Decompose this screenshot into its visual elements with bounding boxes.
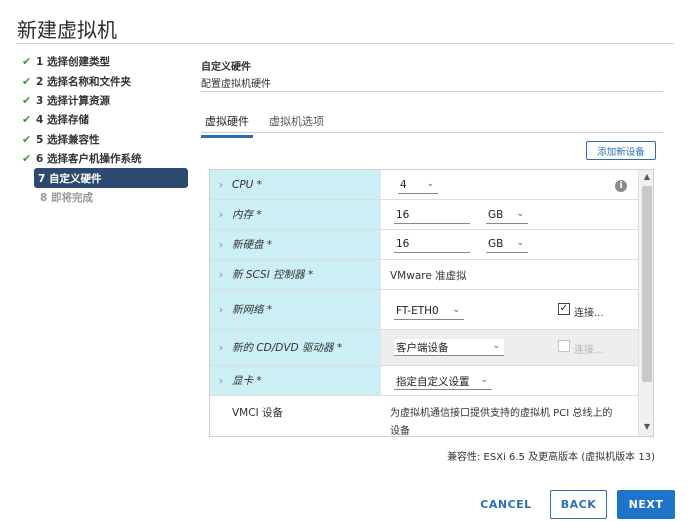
wizard-steps: ✔ 1 选择创建类型 ✔ 2 选择名称和文件夹 ✔ 3 选择计算资源 ✔ 4 选择存储 … [18,52,188,207]
chevron-down-icon: ⌄ [480,375,488,385]
cancel-button[interactable]: CANCEL [475,490,537,519]
disk-size-input[interactable]: 16 [394,236,470,253]
cdrom-connect-checkbox[interactable] [558,340,570,352]
row-cd-dvd: › 新的 CD/DVD 驱动器 * 客户端设备 ⌄ 连接... [210,330,638,366]
row-memory: › 内存 * 16 GB ⌄ [210,200,638,230]
check-icon: ✔ [22,74,32,88]
chevron-right-icon: › [218,341,224,354]
chevron-right-icon: › [218,178,224,191]
network-connect-checkbox[interactable]: ✓ [558,303,570,315]
tab-bar: 虚拟硬件 虚拟机选项 [201,112,340,138]
add-new-device-button[interactable]: 添加新设备 [586,141,656,160]
vmci-description-line2: 设备 [390,426,410,437]
row-label: VMCI 设备 [210,396,381,436]
chevron-down-icon: ⌄ [452,305,460,315]
table-scrollbar[interactable]: ▲ ▼ [638,170,653,436]
check-icon: ✔ [22,152,32,166]
chevron-right-icon: › [218,238,224,251]
video-card-select[interactable]: 指定自定义设置 ⌄ [394,373,492,390]
tabs-divider [201,132,663,133]
cdrom-connect-label: 连接... [574,345,604,356]
step-label: 3 选择计算资源 [36,94,110,107]
row-network: › 新网络 * FT-ETH0 ⌄ ✓ 连接... [210,290,638,330]
section-subtitle: 配置虚拟机硬件 [201,79,271,90]
hardware-table: › CPU * 4 ⌄ i › 内存 * 16 GB ⌄ › 新硬盘 * 16 GB ⌄ ›… [209,169,654,437]
memory-unit-select[interactable]: GB ⌄ [486,207,528,224]
memory-input[interactable]: 16 [394,207,470,224]
scroll-down-icon[interactable]: ▼ [639,422,653,436]
step-3[interactable]: ✔ 3 选择计算资源 [18,91,188,110]
row-vmci: VMCI 设备 为虚拟机通信接口提供支持的虚拟机 PCI 总线上的 设备 [210,396,638,437]
check-icon: ✔ [22,113,32,127]
next-button[interactable]: NEXT [617,490,675,519]
chevron-right-icon: › [218,374,224,387]
step-4[interactable]: ✔ 4 选择存储 [18,110,188,129]
chevron-down-icon: ⌄ [492,341,500,351]
network-select[interactable]: FT-ETH0 ⌄ [394,303,464,320]
info-icon[interactable]: i [615,180,627,192]
row-label[interactable]: › 新的 CD/DVD 驱动器 * [210,330,381,365]
row-video-card: › 显卡 * 指定自定义设置 ⌄ [210,366,638,396]
back-button[interactable]: BACK [550,490,607,519]
section-title: 自定义硬件 [201,62,251,73]
step-label: 2 选择名称和文件夹 [36,75,131,88]
step-label: 5 选择兼容性 [36,133,100,146]
tab-virtual-hardware[interactable]: 虚拟硬件 [201,112,253,138]
section-divider [201,91,663,92]
check-icon: ✔ [22,55,32,69]
row-label[interactable]: › 新网络 * [210,290,381,329]
row-label[interactable]: › 显卡 * [210,366,381,395]
step-2[interactable]: ✔ 2 选择名称和文件夹 [18,71,188,90]
row-label[interactable]: › 内存 * [210,200,381,229]
compatibility-text: 兼容性: ESXi 6.5 及更高版本 (虚拟机版本 13) [447,452,655,463]
row-label[interactable]: › 新硬盘 * [210,230,381,259]
step-6[interactable]: ✔ 6 选择客户机操作系统 [18,149,188,168]
cdrom-select[interactable]: 客户端设备 ⌄ [394,339,504,356]
row-hard-disk: › 新硬盘 * 16 GB ⌄ [210,230,638,260]
row-label[interactable]: › 新 SCSI 控制器 * [210,260,381,289]
chevron-right-icon: › [218,208,224,221]
step-label: 8 即将完成 [40,191,93,204]
cpu-select[interactable]: 4 ⌄ [398,177,438,194]
vmci-description-line1: 为虚拟机通信接口提供支持的虚拟机 PCI 总线上的 [390,408,613,419]
check-icon: ✔ [22,132,32,146]
chevron-down-icon: ⌄ [516,238,524,248]
step-label: 4 选择存储 [36,114,89,127]
row-label[interactable]: › CPU * [210,170,381,199]
chevron-right-icon: › [218,268,224,281]
step-1[interactable]: ✔ 1 选择创建类型 [18,52,188,71]
dialog-title: 新建虚拟机 [17,18,117,42]
step-5[interactable]: ✔ 5 选择兼容性 [18,130,188,149]
disk-unit-select[interactable]: GB ⌄ [486,236,528,253]
step-label: 6 选择客户机操作系统 [36,153,142,166]
chevron-down-icon: ⌄ [516,209,524,219]
title-divider [16,43,674,44]
scsi-controller-value: VMware 准虚拟 [390,270,467,282]
chevron-down-icon: ⌄ [426,179,434,189]
scroll-up-icon[interactable]: ▲ [639,172,653,186]
scrollbar-thumb[interactable] [642,186,652,382]
row-scsi-controller: › 新 SCSI 控制器 * VMware 准虚拟 [210,260,638,290]
row-cpu: › CPU * 4 ⌄ i [210,170,638,200]
check-icon: ✔ [22,93,32,107]
step-7-active[interactable]: 7 自定义硬件 [34,168,188,188]
tab-vm-options[interactable]: 虚拟机选项 [265,112,328,138]
step-label: 1 选择创建类型 [36,56,110,69]
network-connect-label: 连接... [574,308,604,319]
chevron-right-icon: › [218,303,224,316]
step-label: 7 自定义硬件 [38,172,102,185]
step-8: 8 即将完成 [18,188,188,207]
